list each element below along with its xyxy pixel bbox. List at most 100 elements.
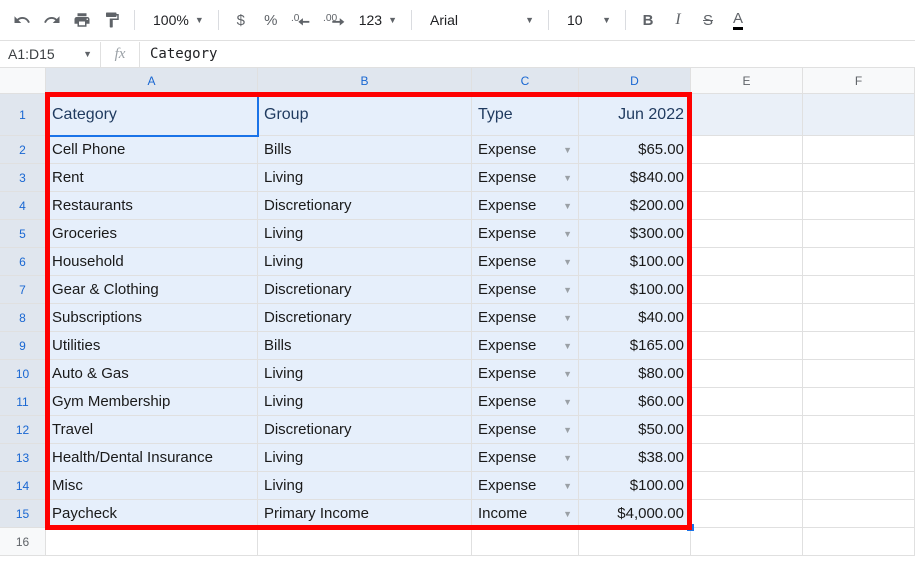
cell-C14[interactable]: Expense▼ bbox=[472, 472, 579, 500]
cell-F16[interactable] bbox=[803, 528, 915, 556]
column-header-F[interactable]: F bbox=[803, 68, 915, 94]
cell-E14[interactable] bbox=[691, 472, 803, 500]
row-header-4[interactable]: 4 bbox=[0, 192, 46, 220]
cell-C16[interactable] bbox=[472, 528, 579, 556]
bold-button[interactable]: B bbox=[634, 6, 662, 34]
data-validation-dropdown-icon[interactable]: ▼ bbox=[557, 173, 572, 183]
row-header-10[interactable]: 10 bbox=[0, 360, 46, 388]
cell-C10[interactable]: Expense▼ bbox=[472, 360, 579, 388]
cell-E9[interactable] bbox=[691, 332, 803, 360]
cell-D14[interactable]: $100.00 bbox=[579, 472, 691, 500]
currency-button[interactable]: $ bbox=[227, 6, 255, 34]
cell-E11[interactable] bbox=[691, 388, 803, 416]
cell-E4[interactable] bbox=[691, 192, 803, 220]
data-validation-dropdown-icon[interactable]: ▼ bbox=[557, 313, 572, 323]
column-header-C[interactable]: C bbox=[472, 68, 579, 94]
cell-A16[interactable] bbox=[46, 528, 258, 556]
cell-B15[interactable]: Primary Income bbox=[258, 500, 472, 528]
cell-C3[interactable]: Expense▼ bbox=[472, 164, 579, 192]
column-header-A[interactable]: A bbox=[46, 68, 258, 94]
data-validation-dropdown-icon[interactable]: ▼ bbox=[557, 229, 572, 239]
cell-C12[interactable]: Expense▼ bbox=[472, 416, 579, 444]
cell-F13[interactable] bbox=[803, 444, 915, 472]
cell-D1[interactable]: Jun 2022 bbox=[579, 94, 691, 136]
cell-C6[interactable]: Expense▼ bbox=[472, 248, 579, 276]
row-header-1[interactable]: 1 bbox=[0, 94, 46, 136]
font-select[interactable]: Arial ▼ bbox=[420, 6, 540, 34]
row-header-13[interactable]: 13 bbox=[0, 444, 46, 472]
row-header-16[interactable]: 16 bbox=[0, 528, 46, 556]
cell-A1[interactable]: Category bbox=[46, 94, 258, 136]
cell-F2[interactable] bbox=[803, 136, 915, 164]
row-header-12[interactable]: 12 bbox=[0, 416, 46, 444]
column-header-B[interactable]: B bbox=[258, 68, 472, 94]
cell-E6[interactable] bbox=[691, 248, 803, 276]
cell-D13[interactable]: $38.00 bbox=[579, 444, 691, 472]
data-validation-dropdown-icon[interactable]: ▼ bbox=[557, 481, 572, 491]
data-validation-dropdown-icon[interactable]: ▼ bbox=[557, 145, 572, 155]
cell-D16[interactable] bbox=[579, 528, 691, 556]
name-box[interactable]: A1:D15 ▼ bbox=[0, 46, 100, 62]
data-validation-dropdown-icon[interactable]: ▼ bbox=[557, 341, 572, 351]
cell-E7[interactable] bbox=[691, 276, 803, 304]
cell-B13[interactable]: Living bbox=[258, 444, 472, 472]
cell-A7[interactable]: Gear & Clothing bbox=[46, 276, 258, 304]
cell-E1[interactable] bbox=[691, 94, 803, 136]
cell-C9[interactable]: Expense▼ bbox=[472, 332, 579, 360]
cell-F1[interactable] bbox=[803, 94, 915, 136]
cell-E3[interactable] bbox=[691, 164, 803, 192]
strikethrough-button[interactable]: S bbox=[694, 6, 722, 34]
row-header-14[interactable]: 14 bbox=[0, 472, 46, 500]
cell-F10[interactable] bbox=[803, 360, 915, 388]
percent-button[interactable]: % bbox=[257, 6, 285, 34]
cell-C1[interactable]: Type bbox=[472, 94, 579, 136]
cell-A5[interactable]: Groceries bbox=[46, 220, 258, 248]
cell-A14[interactable]: Misc bbox=[46, 472, 258, 500]
cell-F8[interactable] bbox=[803, 304, 915, 332]
cell-A4[interactable]: Restaurants bbox=[46, 192, 258, 220]
cell-C11[interactable]: Expense▼ bbox=[472, 388, 579, 416]
data-validation-dropdown-icon[interactable]: ▼ bbox=[557, 257, 572, 267]
cell-F12[interactable] bbox=[803, 416, 915, 444]
cell-A3[interactable]: Rent bbox=[46, 164, 258, 192]
cell-B3[interactable]: Living bbox=[258, 164, 472, 192]
cell-D4[interactable]: $200.00 bbox=[579, 192, 691, 220]
cell-D11[interactable]: $60.00 bbox=[579, 388, 691, 416]
data-validation-dropdown-icon[interactable]: ▼ bbox=[557, 509, 572, 519]
cell-F4[interactable] bbox=[803, 192, 915, 220]
zoom-select[interactable]: 100% ▼ bbox=[143, 6, 210, 34]
data-validation-dropdown-icon[interactable]: ▼ bbox=[557, 425, 572, 435]
row-header-3[interactable]: 3 bbox=[0, 164, 46, 192]
cell-B14[interactable]: Living bbox=[258, 472, 472, 500]
font-size-select[interactable]: 10 ▼ bbox=[557, 6, 617, 34]
cell-B11[interactable]: Living bbox=[258, 388, 472, 416]
cell-A8[interactable]: Subscriptions bbox=[46, 304, 258, 332]
cell-B8[interactable]: Discretionary bbox=[258, 304, 472, 332]
cell-C4[interactable]: Expense▼ bbox=[472, 192, 579, 220]
cell-F7[interactable] bbox=[803, 276, 915, 304]
cell-D7[interactable]: $100.00 bbox=[579, 276, 691, 304]
cell-E15[interactable] bbox=[691, 500, 803, 528]
cell-E2[interactable] bbox=[691, 136, 803, 164]
data-validation-dropdown-icon[interactable]: ▼ bbox=[557, 285, 572, 295]
row-header-6[interactable]: 6 bbox=[0, 248, 46, 276]
cell-B7[interactable]: Discretionary bbox=[258, 276, 472, 304]
text-color-button[interactable]: A bbox=[724, 6, 752, 34]
cell-E12[interactable] bbox=[691, 416, 803, 444]
formula-input[interactable]: Category bbox=[140, 46, 915, 62]
cell-A6[interactable]: Household bbox=[46, 248, 258, 276]
print-button[interactable] bbox=[68, 6, 96, 34]
cell-F11[interactable] bbox=[803, 388, 915, 416]
cell-D2[interactable]: $65.00 bbox=[579, 136, 691, 164]
select-all-corner[interactable] bbox=[0, 68, 46, 94]
increase-decimal-button[interactable]: .00 bbox=[319, 6, 353, 34]
data-validation-dropdown-icon[interactable]: ▼ bbox=[557, 201, 572, 211]
selection-handle[interactable] bbox=[687, 524, 694, 531]
row-header-7[interactable]: 7 bbox=[0, 276, 46, 304]
cell-B2[interactable]: Bills bbox=[258, 136, 472, 164]
cell-C8[interactable]: Expense▼ bbox=[472, 304, 579, 332]
cell-C5[interactable]: Expense▼ bbox=[472, 220, 579, 248]
cell-E10[interactable] bbox=[691, 360, 803, 388]
row-header-9[interactable]: 9 bbox=[0, 332, 46, 360]
cell-B9[interactable]: Bills bbox=[258, 332, 472, 360]
